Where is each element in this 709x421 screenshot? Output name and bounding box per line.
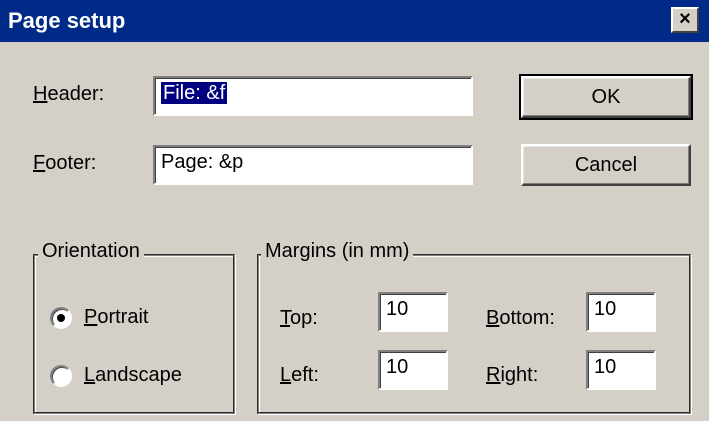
radio-selected-dot bbox=[57, 314, 65, 322]
bottom-margin-input[interactable]: 10 bbox=[586, 292, 656, 332]
margins-legend: Margins (in mm) bbox=[261, 240, 414, 263]
orientation-legend: Orientation bbox=[38, 240, 144, 263]
left-margin-value: 10 bbox=[386, 356, 409, 378]
footer-input-value: Page: &p bbox=[161, 151, 244, 173]
top-margin-label: Top: bbox=[280, 307, 318, 329]
top-margin-value: 10 bbox=[386, 298, 409, 320]
right-margin-input[interactable]: 10 bbox=[586, 350, 656, 390]
footer-input[interactable]: Page: &p bbox=[153, 145, 473, 185]
landscape-label[interactable]: Landscape bbox=[84, 364, 182, 387]
bottom-margin-label: Bottom: bbox=[486, 307, 555, 329]
right-margin-value: 10 bbox=[594, 356, 617, 378]
right-margin-label: Right: bbox=[486, 364, 539, 386]
close-icon: × bbox=[679, 8, 691, 30]
left-margin-input[interactable]: 10 bbox=[378, 350, 448, 390]
top-margin-input[interactable]: 10 bbox=[378, 292, 448, 332]
header-label: Header: bbox=[33, 83, 105, 105]
header-input[interactable]: File: &f bbox=[153, 76, 473, 116]
page-setup-dialog: Page setup × Header: File: &f Footer: Pa… bbox=[0, 0, 709, 421]
title-bar: Page setup × bbox=[0, 0, 709, 42]
bottom-margin-value: 10 bbox=[594, 298, 617, 320]
dialog-title: Page setup bbox=[8, 8, 126, 33]
portrait-radio[interactable] bbox=[50, 307, 72, 329]
portrait-label[interactable]: Portrait bbox=[84, 306, 148, 329]
margins-group bbox=[257, 254, 691, 414]
cancel-button[interactable]: Cancel bbox=[521, 144, 691, 186]
landscape-radio[interactable] bbox=[50, 365, 72, 387]
orientation-group bbox=[33, 254, 235, 414]
footer-label: Footer: bbox=[33, 152, 97, 174]
left-margin-label: Left: bbox=[280, 364, 319, 386]
close-button[interactable]: × bbox=[671, 7, 699, 33]
ok-button[interactable]: OK bbox=[519, 74, 693, 120]
header-input-value: File: &f bbox=[161, 82, 228, 104]
